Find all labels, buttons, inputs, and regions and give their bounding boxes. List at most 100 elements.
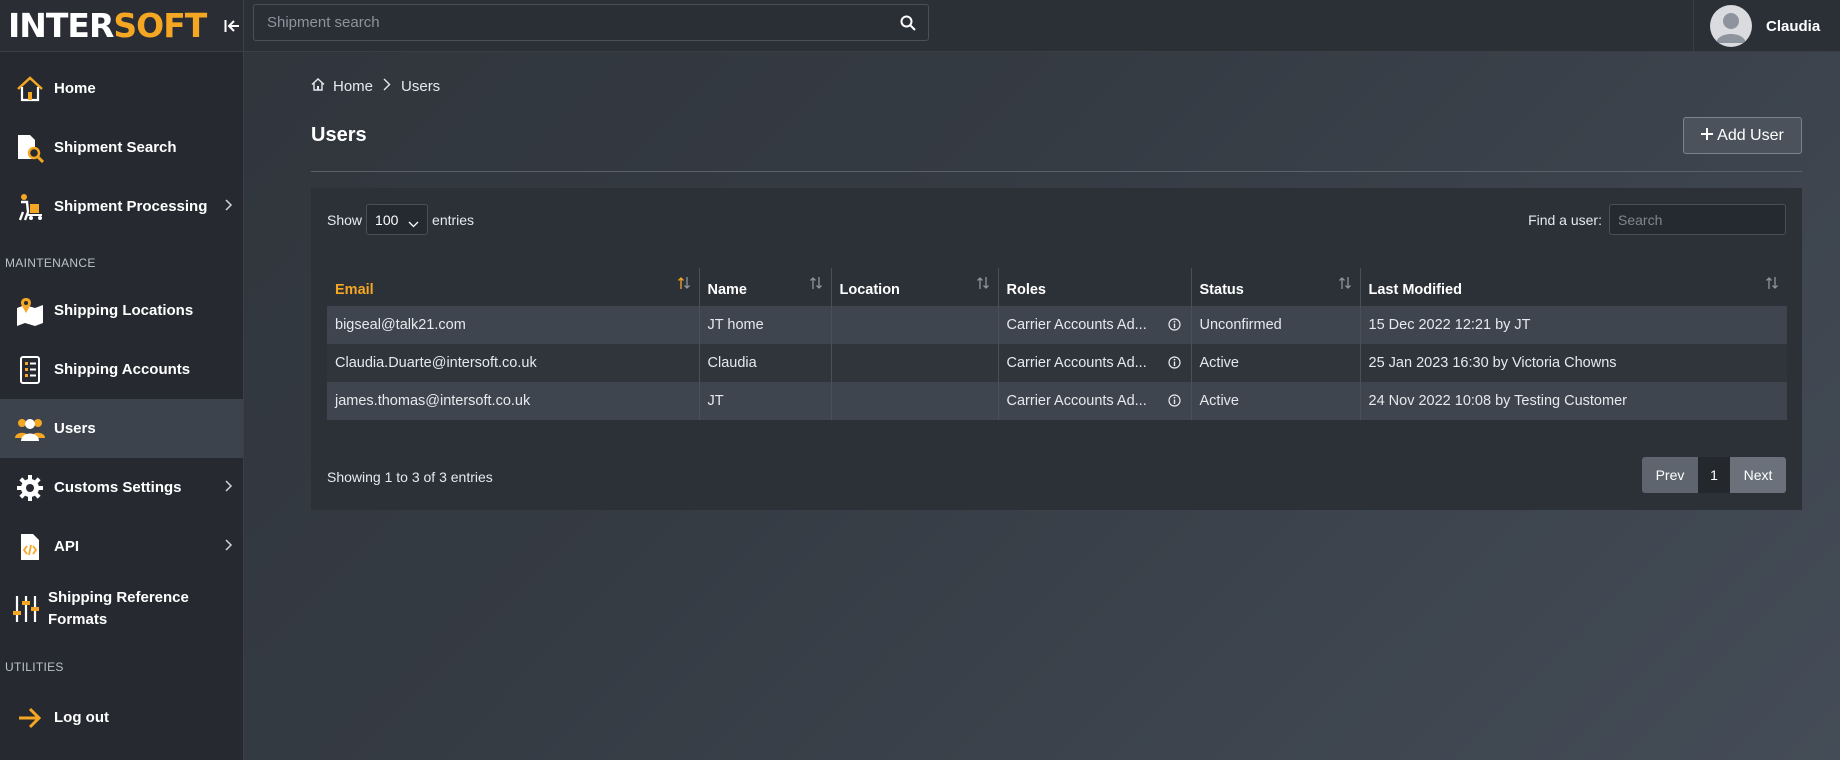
cell-email: james.thomas@intersoft.co.uk xyxy=(327,382,700,420)
sidebar-item-customs-settings[interactable]: Customs Settings xyxy=(0,458,243,517)
logo[interactable]: INTERSOFT xyxy=(8,6,207,45)
avatar xyxy=(1710,5,1752,47)
gear-icon xyxy=(14,472,46,504)
page-length-value: 100 xyxy=(375,211,399,228)
sidebar-item-label: Shipping Accounts xyxy=(54,360,191,378)
page-1-button[interactable]: 1 xyxy=(1698,457,1730,493)
sort-ascending-icon xyxy=(677,276,691,294)
chevron-right-icon xyxy=(225,198,233,216)
sidebar-item-log-out[interactable]: Log out xyxy=(0,688,243,747)
users-table: Email Name Location Roles Status Last Mo… xyxy=(327,268,1787,420)
sidebar-item-shipping-locations[interactable]: Shipping Locations xyxy=(0,281,243,340)
breadcrumb: Home Users xyxy=(311,78,440,95)
find-user-control: Find a user: xyxy=(1528,204,1786,235)
collapse-sidebar-icon[interactable] xyxy=(220,14,243,38)
cell-location xyxy=(831,344,999,382)
cell-location xyxy=(831,382,999,420)
sort-icon xyxy=(1765,276,1779,294)
sidebar-item-label: API xyxy=(54,537,80,555)
chevron-right-icon xyxy=(225,538,233,556)
column-header-location[interactable]: Location xyxy=(831,268,999,306)
sidebar-item-api[interactable]: API xyxy=(0,517,243,576)
sidebar-item-label: Shipment Search xyxy=(54,138,177,156)
topbar: Claudia xyxy=(244,0,1840,52)
sidebar-item-label: Customs Settings xyxy=(54,478,182,496)
document-search-icon xyxy=(14,132,46,164)
cell-status: Active xyxy=(1191,344,1361,382)
cell-location xyxy=(831,306,999,344)
cell-name: JT home xyxy=(699,306,832,344)
cell-last-modified: 15 Dec 2022 12:21 by JT xyxy=(1360,306,1787,344)
cell-last-modified: 25 Jan 2023 16:30 by Victoria Chowns xyxy=(1360,344,1787,382)
chevron-right-icon xyxy=(383,78,391,95)
divider xyxy=(311,171,1802,172)
shipment-search-box xyxy=(253,4,929,41)
next-page-button[interactable]: Next xyxy=(1730,457,1786,493)
column-header-status[interactable]: Status xyxy=(1191,268,1361,306)
user-name: Claudia xyxy=(1766,17,1821,35)
table-info: Showing 1 to 3 of 3 entries xyxy=(327,469,493,485)
map-pin-icon xyxy=(14,295,46,327)
column-header-name[interactable]: Name xyxy=(699,268,832,306)
find-user-label: Find a user: xyxy=(1528,211,1602,228)
sidebar-item-users[interactable]: Users xyxy=(0,399,243,458)
cell-status: Unconfirmed xyxy=(1191,306,1361,344)
sidebar-item-label: Shipping Reference Formats xyxy=(48,589,189,628)
page-length-control: Show 100 entries xyxy=(327,204,474,235)
page-length-select[interactable]: 100 xyxy=(366,204,429,235)
pagination: Prev 1 Next xyxy=(1642,457,1786,493)
page-title: Users xyxy=(311,124,367,146)
chevron-down-icon xyxy=(408,215,419,231)
cell-email: Claudia.Duarte@intersoft.co.uk xyxy=(327,344,700,382)
sidebar-item-shipment-search[interactable]: Shipment Search xyxy=(0,118,243,177)
list-icon xyxy=(14,354,46,386)
home-icon xyxy=(14,73,46,105)
cell-email: bigseal@talk21.com xyxy=(327,306,700,344)
sort-icon xyxy=(1338,276,1352,294)
table-row[interactable]: james.thomas@intersoft.co.uk JT Carrier … xyxy=(327,382,1787,420)
table-row[interactable]: bigseal@talk21.com JT home Carrier Accou… xyxy=(327,306,1787,344)
cell-last-modified: 24 Nov 2022 10:08 by Testing Customer xyxy=(1360,382,1787,420)
section-label-utilities: UTILITIES xyxy=(5,660,64,674)
chevron-right-icon xyxy=(225,479,233,497)
column-header-last-modified[interactable]: Last Modified xyxy=(1360,268,1787,306)
sidebar-item-label: Home xyxy=(54,79,96,97)
code-file-icon xyxy=(14,531,46,563)
sidebar-item-label: Shipping Locations xyxy=(54,301,194,319)
sort-icon xyxy=(976,276,990,294)
sidebar-item-label: Shipment Processing xyxy=(54,197,208,215)
prev-page-button[interactable]: Prev xyxy=(1642,457,1698,493)
info-icon[interactable] xyxy=(1167,394,1181,411)
user-menu[interactable]: Claudia xyxy=(1693,0,1840,52)
section-label-maintenance: MAINTENANCE xyxy=(5,256,96,270)
shipment-search-input[interactable] xyxy=(254,14,888,31)
cell-roles: Carrier Accounts Ad... xyxy=(998,382,1192,420)
column-header-email[interactable]: Email xyxy=(327,268,700,306)
add-user-button[interactable]: Add User xyxy=(1683,117,1802,154)
add-user-label: Add User xyxy=(1717,126,1784,144)
table-row[interactable]: Claudia.Duarte@intersoft.co.uk Claudia C… xyxy=(327,344,1787,382)
table-header-row: Email Name Location Roles Status Last Mo… xyxy=(327,268,1787,306)
sort-icon xyxy=(809,276,823,294)
show-label: Show xyxy=(327,211,363,228)
breadcrumb-current: Users xyxy=(401,78,441,95)
search-icon[interactable] xyxy=(888,15,928,31)
home-icon xyxy=(311,78,325,95)
info-icon[interactable] xyxy=(1167,318,1181,335)
cell-roles: Carrier Accounts Ad... xyxy=(998,306,1192,344)
users-table-panel: Show 100 entries Find a user: Email Name… xyxy=(311,188,1802,510)
sidebar-item-label: Users xyxy=(54,419,96,437)
sidebar-item-shipment-processing[interactable]: Shipment Processing xyxy=(0,177,243,236)
logo-bar: INTERSOFT xyxy=(0,0,243,52)
cell-status: Active xyxy=(1191,382,1361,420)
sidebar-item-shipping-accounts[interactable]: Shipping Accounts xyxy=(0,340,243,399)
find-user-input[interactable] xyxy=(1609,204,1786,235)
info-icon[interactable] xyxy=(1167,356,1181,373)
plus-icon xyxy=(1701,127,1714,145)
worker-trolley-icon xyxy=(14,191,46,223)
entries-label: entries xyxy=(432,211,475,228)
breadcrumb-home-link[interactable]: Home xyxy=(333,78,373,95)
sidebar-item-shipping-reference-formats[interactable]: Shipping Reference Formats xyxy=(0,576,243,642)
column-header-roles: Roles xyxy=(998,268,1192,306)
sidebar-item-home[interactable]: Home xyxy=(0,59,243,118)
